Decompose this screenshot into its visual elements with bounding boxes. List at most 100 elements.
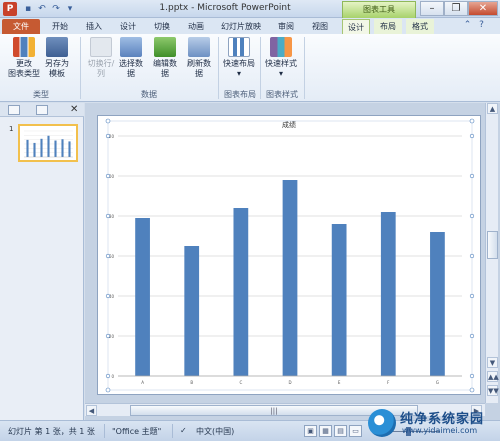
- change-chart-type-label-1: 更改: [16, 59, 32, 68]
- language-status[interactable]: 中文(中国): [196, 426, 234, 437]
- bar: [40, 138, 43, 157]
- select-data-button[interactable]: 选择数据: [116, 37, 146, 79]
- select-data-label: 选择数据: [119, 59, 143, 78]
- tab-chart-layout[interactable]: 布局: [374, 19, 402, 34]
- outline-tab-icon[interactable]: [36, 105, 48, 115]
- axis-handle: [469, 173, 475, 179]
- slide-thumbnail-pane: ✕ 1: [0, 103, 84, 420]
- axis-handle: [469, 133, 475, 139]
- undo-icon[interactable]: ↶: [36, 3, 48, 15]
- watermark-url: www.yidaimei.com: [402, 426, 478, 435]
- slideshow-view-icon[interactable]: ▭: [349, 425, 362, 437]
- axis-handle: [105, 173, 111, 179]
- scroll-down-button[interactable]: ▼: [487, 357, 498, 368]
- group-layout-label: 图表布局: [224, 90, 256, 99]
- save-icon[interactable]: ▪: [22, 3, 34, 15]
- next-slide-button[interactable]: ▼▼: [487, 385, 499, 396]
- chart-type-icon: [13, 37, 35, 57]
- axis-handle: [469, 253, 475, 259]
- chart-title: 成绩: [282, 120, 296, 129]
- select-data-icon: [120, 37, 142, 57]
- tab-chart-format[interactable]: 格式: [406, 19, 434, 34]
- quick-layout-button[interactable]: 快速布局 ▾: [222, 37, 256, 79]
- edit-data-icon: [154, 37, 176, 57]
- restore-button[interactable]: ❐: [444, 1, 468, 16]
- previous-slide-button[interactable]: ▲▲: [487, 371, 499, 382]
- quick-style-button[interactable]: 快速样式 ▾: [264, 37, 298, 79]
- ribbon-tabs: 文件 开始 插入 设计 切换 动画 幻灯片放映 审阅 视图 设计 布局 格式 ⌃…: [0, 18, 500, 34]
- bar: [33, 142, 36, 157]
- tab-transitions[interactable]: 切换: [148, 19, 176, 34]
- x-tick-label: C: [239, 380, 242, 385]
- switch-row-column-button[interactable]: 切换行/列: [84, 37, 118, 79]
- vertical-scrollbar[interactable]: ▲ ▼ ▲▲ ▼▼: [485, 103, 499, 403]
- slide-sorter-view-icon[interactable]: ▦: [319, 425, 332, 437]
- minimize-ribbon-icon[interactable]: ⌃: [462, 20, 473, 31]
- slide-number: 1: [9, 125, 14, 133]
- tab-design[interactable]: 设计: [114, 19, 142, 34]
- save-template-label-2: 模板: [49, 69, 65, 78]
- switch-row-column-label: 切换行/列: [87, 59, 115, 78]
- close-button[interactable]: ✕: [468, 1, 498, 16]
- refresh-data-button[interactable]: 刷新数据: [184, 37, 214, 79]
- edit-data-button[interactable]: 编辑数据: [150, 37, 180, 79]
- vertical-scroll-thumb[interactable]: [487, 231, 498, 259]
- theme-status[interactable]: "Office 主题": [112, 426, 161, 437]
- x-tick-label: D: [288, 380, 291, 385]
- tab-file[interactable]: 文件: [2, 19, 40, 34]
- close-pane-icon[interactable]: ✕: [70, 103, 78, 117]
- bar: [47, 135, 50, 157]
- spellcheck-icon[interactable]: ✓: [180, 426, 187, 435]
- tab-slideshow[interactable]: 幻灯片放映: [216, 19, 266, 34]
- help-icon[interactable]: ?: [476, 20, 487, 31]
- powerpoint-logo-icon[interactable]: P: [3, 2, 17, 16]
- axis-handle: [105, 213, 111, 219]
- slide-thumbnail[interactable]: [18, 124, 78, 162]
- ribbon-separator: [260, 37, 261, 99]
- bar-chart[interactable]: 成绩020406080100120A B C D E F G: [98, 116, 480, 394]
- axis-handle: [469, 293, 475, 299]
- tab-insert[interactable]: 插入: [80, 19, 108, 34]
- y-tick-label: 0: [111, 374, 114, 379]
- tab-animations[interactable]: 动画: [182, 19, 210, 34]
- bar: [380, 212, 396, 376]
- normal-view-icon[interactable]: ▣: [304, 425, 317, 437]
- axis-handle: [469, 213, 475, 219]
- switch-row-column-icon: [90, 37, 112, 57]
- tab-view[interactable]: 视图: [306, 19, 334, 34]
- scroll-left-button[interactable]: ◀: [86, 405, 97, 416]
- axis-handle: [469, 333, 475, 339]
- bar: [68, 141, 71, 157]
- status-separator: [104, 424, 105, 438]
- bar: [184, 246, 200, 376]
- quick-style-icon: [270, 37, 292, 57]
- x-tick-label: B: [190, 380, 193, 385]
- slides-tab-icon[interactable]: [8, 105, 20, 115]
- watermark-text: 纯净系统家园: [400, 412, 485, 427]
- bar: [54, 140, 57, 157]
- chart-tools-label: 图表工具: [342, 1, 416, 18]
- refresh-data-icon: [188, 37, 210, 57]
- save-as-template-button[interactable]: 另存为 模板: [40, 37, 74, 79]
- customize-toolbar-icon[interactable]: ▾: [64, 3, 76, 15]
- chart-resize-handle: [469, 387, 475, 393]
- group-data-label: 数据: [141, 90, 157, 99]
- change-chart-type-button[interactable]: 更改 图表类型: [6, 37, 42, 79]
- tab-chart-design[interactable]: 设计: [342, 19, 370, 34]
- chart-resize-handle: [105, 118, 111, 124]
- reading-view-icon[interactable]: ▤: [334, 425, 347, 437]
- ribbon: 更改 图表类型 另存为 模板 类型 切换行/列 选择数据 编辑数据 刷新数据 数…: [0, 34, 500, 102]
- scroll-up-button[interactable]: ▲: [487, 103, 498, 114]
- minimize-button[interactable]: –: [420, 1, 444, 16]
- tab-home[interactable]: 开始: [46, 19, 74, 34]
- redo-icon[interactable]: ↷: [50, 3, 62, 15]
- slide-canvas[interactable]: 成绩 0 20 40 60 80 100 120 A B C D E F G: [97, 115, 481, 395]
- bar: [233, 208, 249, 376]
- axis-handle: [105, 333, 111, 339]
- axis-handle: [105, 253, 111, 259]
- chevron-down-icon: ▾: [278, 69, 283, 78]
- tab-review[interactable]: 审阅: [272, 19, 300, 34]
- watermark-logo: 纯净系统家园 www.yidaimei.com: [368, 407, 500, 441]
- x-tick-label: E: [338, 380, 341, 385]
- axis-handle: [469, 373, 475, 379]
